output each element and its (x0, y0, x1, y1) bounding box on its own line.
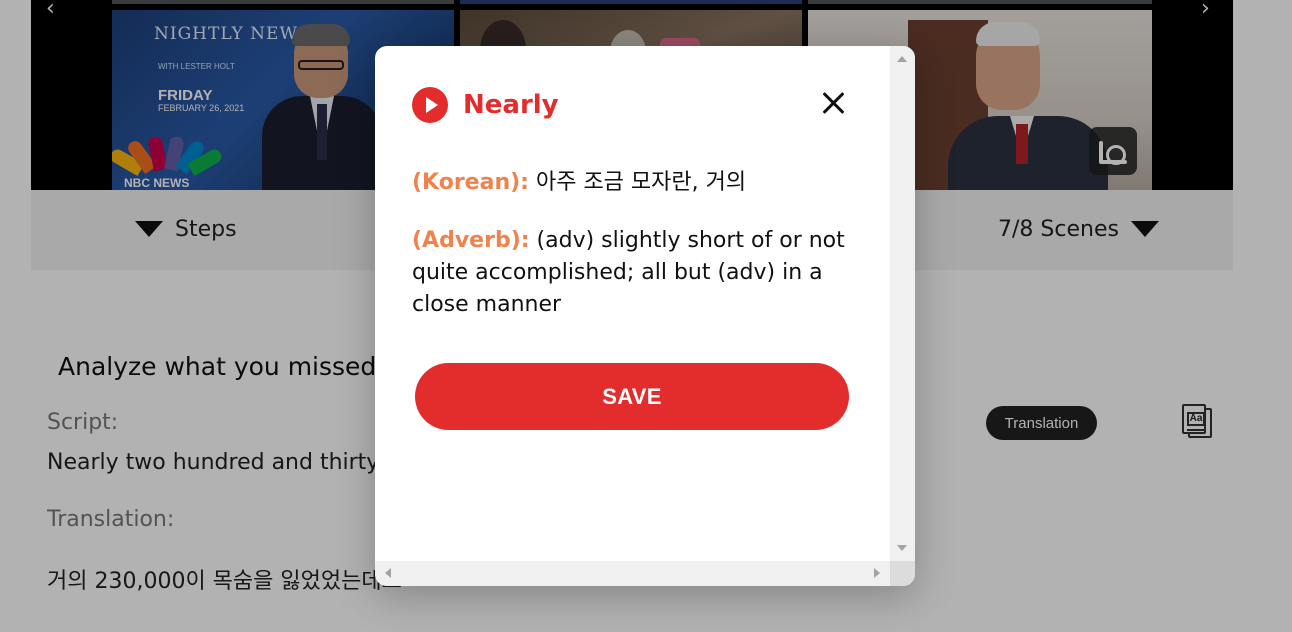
play-audio-icon[interactable] (412, 87, 448, 123)
save-button[interactable]: SAVE (415, 363, 849, 430)
adverb-definition: (Adverb): (adv) slightly short of or not… (412, 225, 852, 321)
horizontal-scrollbar[interactable] (375, 561, 890, 586)
korean-text: 아주 조금 모자란, 거의 (535, 170, 747, 195)
korean-definition: (Korean): 아주 조금 모자란, 거의 (412, 167, 852, 199)
korean-tag: (Korean): (412, 170, 529, 195)
scroll-left-icon[interactable] (385, 568, 391, 578)
scroll-down-icon[interactable] (897, 545, 907, 551)
scroll-right-icon[interactable] (874, 568, 880, 578)
vertical-scrollbar[interactable] (890, 46, 915, 561)
word-definition-modal: Nearly (Korean): 아주 조금 모자란, 거의 (Adverb):… (375, 46, 915, 586)
close-icon[interactable] (820, 90, 846, 116)
scroll-up-icon[interactable] (897, 56, 907, 62)
adverb-tag: (Adverb): (412, 228, 530, 253)
modal-content: Nearly (Korean): 아주 조금 모자란, 거의 (Adverb):… (375, 46, 890, 561)
word-title: Nearly (463, 90, 559, 120)
scroll-corner (890, 561, 915, 586)
